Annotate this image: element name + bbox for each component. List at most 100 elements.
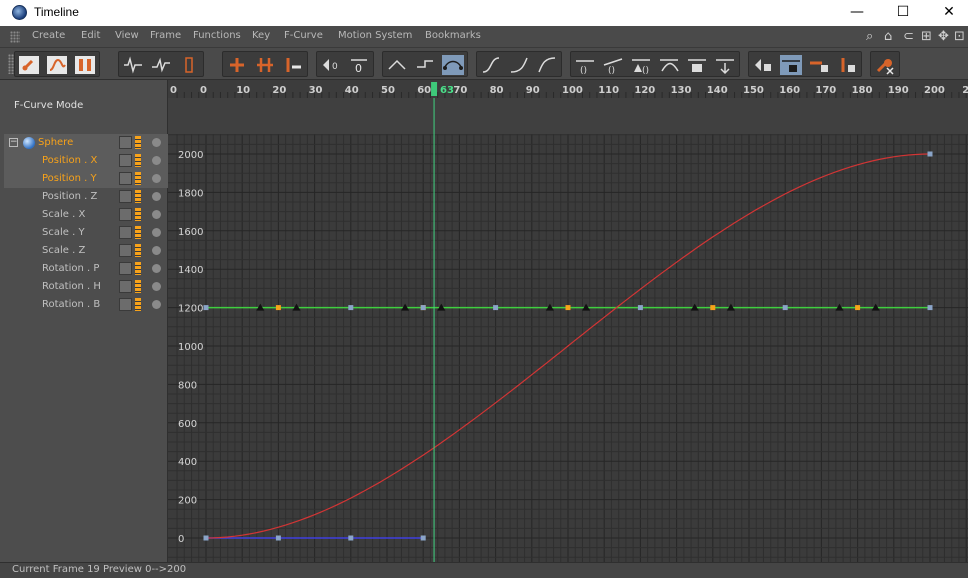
tangent-2-icon[interactable]: () — [602, 55, 624, 75]
track-row-position-y[interactable]: Position . Y — [4, 170, 168, 188]
track-mode-icon[interactable] — [119, 262, 132, 275]
track-layer-icon[interactable] — [135, 244, 141, 257]
tangent-1-icon[interactable]: () — [574, 55, 596, 75]
position-z-key[interactable] — [420, 535, 426, 541]
fcurve-mode-button[interactable] — [46, 55, 68, 75]
curve-view-3-icon[interactable] — [178, 55, 200, 75]
grip-handle-icon[interactable] — [10, 31, 20, 43]
track-solo-icon[interactable] — [152, 300, 161, 309]
position-y-key[interactable] — [420, 305, 426, 311]
track-mode-icon[interactable] — [119, 244, 132, 257]
position-y-key[interactable] — [637, 305, 643, 311]
track-layer-icon[interactable] — [135, 190, 141, 203]
ease-ease-icon[interactable] — [480, 55, 502, 75]
home-icon[interactable]: ⌂ — [884, 29, 892, 44]
menu-edit[interactable]: Edit — [81, 30, 100, 41]
menu-bookmarks[interactable]: Bookmarks — [425, 30, 481, 41]
track-solo-icon[interactable] — [152, 228, 161, 237]
track-mode-icon[interactable] — [119, 172, 132, 185]
step-interp-icon[interactable] — [414, 55, 436, 75]
motion-mode-button[interactable] — [74, 55, 96, 75]
lock-tangent-icon[interactable] — [808, 55, 830, 75]
menu-frame[interactable]: Frame — [150, 30, 181, 41]
tangent-3-icon[interactable]: () — [630, 55, 652, 75]
track-mode-icon[interactable] — [119, 208, 132, 221]
curve-view-2-icon[interactable] — [150, 55, 172, 75]
fcurve-canvas[interactable]: 0 0 10 20 30 40 50 60 63 70 80 90 100 110 120 130 140 150… — [168, 80, 968, 562]
track-row-rotation-p[interactable]: Rotation . P — [4, 260, 168, 278]
track-solo-icon[interactable] — [152, 174, 161, 183]
track-row-scale-x[interactable]: Scale . X — [4, 206, 168, 224]
tangent-4-icon[interactable] — [658, 55, 680, 75]
position-y-key[interactable] — [203, 305, 209, 311]
spline-interp-icon[interactable] — [442, 55, 464, 75]
track-layer-icon[interactable] — [135, 262, 141, 275]
track-layer-icon[interactable] — [135, 208, 141, 221]
tangent-5-icon[interactable] — [686, 55, 708, 75]
track-layer-icon[interactable] — [135, 136, 141, 149]
frame-all-icon[interactable]: ⊞ — [921, 29, 932, 44]
track-row-rotation-b[interactable]: Rotation . B — [4, 296, 168, 314]
link-icon[interactable]: ⊂ — [903, 29, 914, 44]
track-layer-icon[interactable] — [135, 154, 141, 167]
menu-f-curve[interactable]: F-Curve — [284, 30, 323, 41]
lock-value-icon[interactable] — [780, 55, 802, 75]
position-y-key[interactable] — [493, 305, 499, 311]
track-layer-icon[interactable] — [135, 226, 141, 239]
playhead-handle[interactable] — [431, 82, 438, 96]
position-y-tangent-key[interactable] — [855, 305, 861, 311]
maximize-button[interactable]: ☐ — [880, 0, 926, 26]
move-view-icon[interactable]: ✥ — [938, 29, 949, 44]
track-solo-icon[interactable] — [152, 156, 161, 165]
track-solo-icon[interactable] — [152, 264, 161, 273]
track-row-position-x[interactable]: Position . X — [4, 152, 168, 170]
delete-key-icon[interactable] — [282, 55, 304, 75]
track-mode-icon[interactable] — [119, 226, 132, 239]
track-row-rotation-h[interactable]: Rotation . H — [4, 278, 168, 296]
track-row-position-z[interactable]: Position . Z — [4, 188, 168, 206]
zero-angle-icon[interactable]: 0 — [320, 55, 342, 75]
track-mode-icon[interactable] — [119, 298, 132, 311]
add-keys-icon[interactable] — [254, 55, 276, 75]
position-y-key[interactable] — [927, 305, 933, 311]
track-solo-icon[interactable] — [152, 282, 161, 291]
position-y-key[interactable] — [348, 305, 354, 311]
track-row-scale-y[interactable]: Scale . Y — [4, 224, 168, 242]
ease-out-icon[interactable] — [536, 55, 558, 75]
track-layer-icon[interactable] — [135, 280, 141, 293]
search-icon[interactable]: ⌕ — [866, 29, 873, 44]
position-y-key[interactable] — [782, 305, 788, 311]
menu-key[interactable]: Key — [252, 30, 270, 41]
track-solo-icon[interactable] — [152, 210, 161, 219]
track-solo-icon[interactable] — [152, 192, 161, 201]
track-mode-icon[interactable] — [119, 154, 132, 167]
track-layer-icon[interactable] — [135, 172, 141, 185]
position-x-key[interactable] — [203, 535, 209, 541]
clear-key-icon[interactable] — [874, 55, 896, 75]
track-solo-icon[interactable] — [152, 138, 161, 147]
menu-functions[interactable]: Functions — [193, 30, 241, 41]
track-row-scale-z[interactable]: Scale . Z — [4, 242, 168, 260]
position-z-key[interactable] — [348, 535, 354, 541]
add-key-icon[interactable] — [226, 55, 248, 75]
position-x-key[interactable] — [927, 151, 933, 157]
track-mode-icon[interactable] — [119, 280, 132, 293]
linear-interp-icon[interactable] — [386, 55, 408, 75]
key-mode-button[interactable] — [18, 55, 40, 75]
track-row-sphere[interactable]: − Sphere — [4, 134, 168, 152]
menu-create[interactable]: Create — [32, 30, 65, 41]
position-z-key[interactable] — [275, 535, 281, 541]
minimize-button[interactable]: — — [834, 0, 880, 26]
menu-view[interactable]: View — [115, 30, 139, 41]
track-mode-icon[interactable] — [119, 136, 132, 149]
position-y-tangent-key[interactable] — [275, 305, 281, 311]
track-layer-icon[interactable] — [135, 298, 141, 311]
lock-length-icon[interactable] — [836, 55, 858, 75]
track-mode-icon[interactable] — [119, 190, 132, 203]
track-solo-icon[interactable] — [152, 246, 161, 255]
position-y-tangent-key[interactable] — [710, 305, 716, 311]
tangent-6-icon[interactable] — [714, 55, 736, 75]
curve-view-1-icon[interactable] — [122, 55, 144, 75]
zoom-view-icon[interactable]: ⊡ — [954, 29, 965, 44]
collapse-toggle-icon[interactable]: − — [9, 138, 18, 147]
